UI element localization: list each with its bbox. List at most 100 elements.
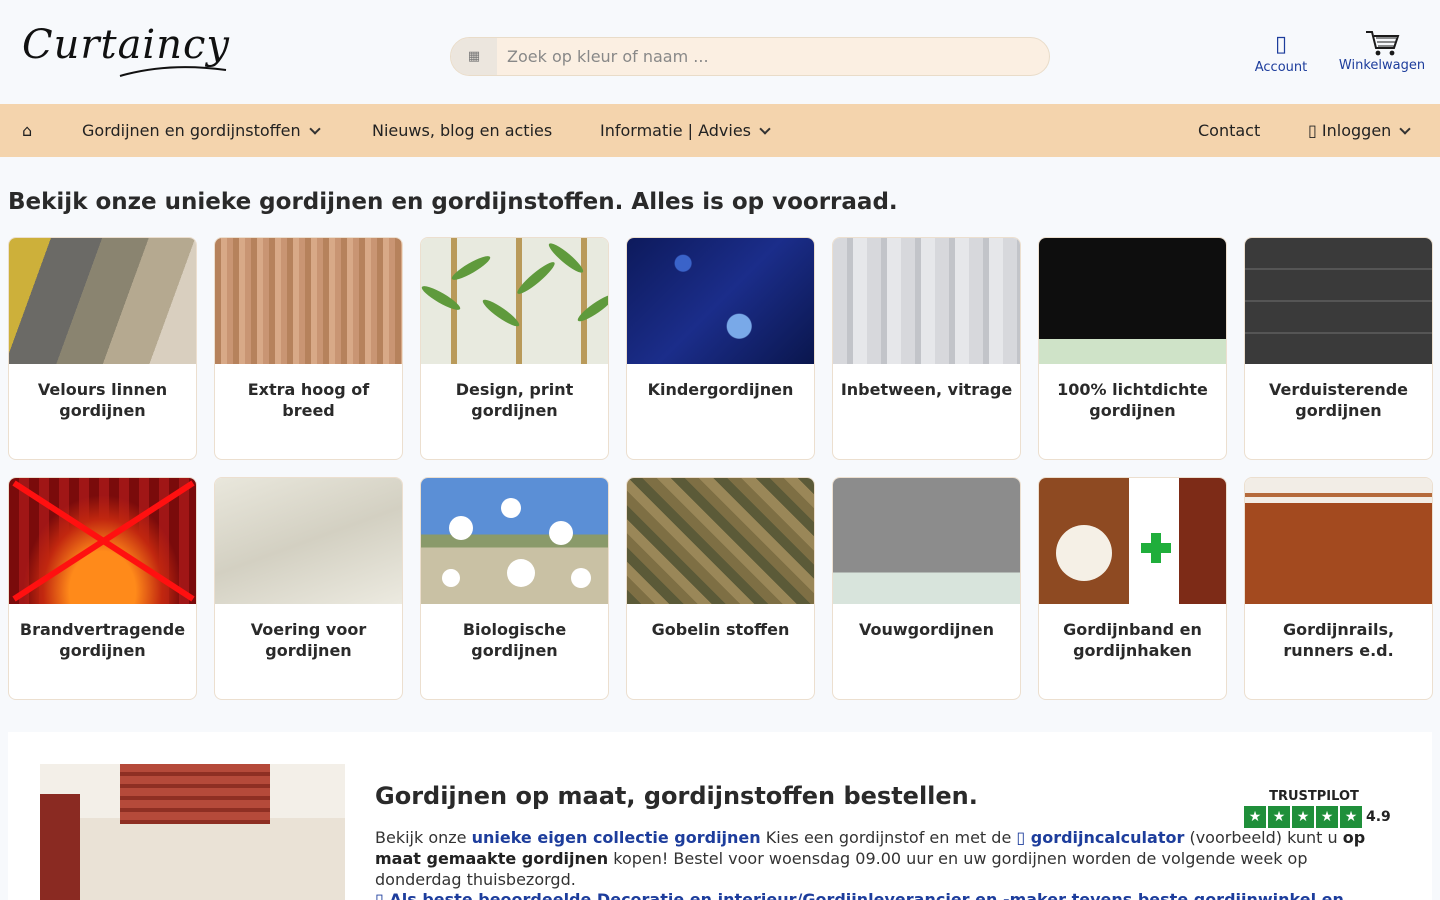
nav-item-label: Informatie | Advies — [600, 121, 752, 140]
category-label: Gordijnrails, runners e.d. — [1282, 620, 1395, 660]
cotton-illustration — [442, 498, 591, 588]
category-label: Brandvertragende gordijnen — [19, 620, 186, 660]
category-label: Extra hoog of breed — [247, 380, 370, 420]
category-card[interactable]: Design, print gordijnen — [420, 237, 609, 460]
category-label: Gordijnband en gordijnhaken — [1063, 620, 1202, 660]
header: Curtaincy ▦ ▯ Account Winkelwagen — [0, 0, 1440, 104]
category-image — [833, 238, 1020, 364]
category-card[interactable]: Vouwgordijnen — [832, 477, 1021, 700]
category-image — [9, 238, 196, 364]
category-card[interactable]: Gobelin stoffen — [626, 477, 815, 700]
promo-section: Gordijnen op maat, gordijnstoffen bestel… — [8, 732, 1432, 900]
category-label: Vouwgordijnen — [858, 620, 995, 639]
nav-item-label: Contact — [1198, 121, 1261, 140]
category-card[interactable]: Kindergordijnen — [626, 237, 815, 460]
star-icon: ★ — [1292, 806, 1314, 828]
nav-item-label: Gordijnen en gordijnstoffen — [82, 121, 301, 140]
plus-icon — [1056, 525, 1171, 581]
nav-item-login[interactable]: ▯ Inloggen — [1308, 104, 1411, 157]
collection-link[interactable]: unieke eigen collectie gordijnen — [472, 828, 761, 847]
logo[interactable]: Curtaincy — [22, 22, 242, 82]
category-card[interactable]: Gordijnrails, runners e.d. — [1244, 477, 1433, 700]
category-label: Biologische gordijnen — [462, 620, 567, 660]
grid-icon: ▦ — [467, 49, 481, 64]
chevron-down-icon — [759, 123, 771, 135]
trustpilot-widget[interactable]: TRUSTPILOT ★ ★ ★ ★ ★ 4.9 — [1244, 789, 1394, 828]
promo-text-part: (voorbeeld) kunt u — [1184, 828, 1343, 847]
category-label: Verduisterende gordijnen — [1268, 380, 1409, 420]
category-image — [1039, 238, 1226, 364]
trustpilot-score: 4.9 — [1366, 809, 1391, 825]
home-icon: ⌂ — [22, 121, 33, 140]
promo-image-blind — [120, 764, 270, 824]
nav-item-contact[interactable]: Contact — [1198, 104, 1260, 157]
nav-item-label: Nieuws, blog en acties — [372, 121, 553, 140]
section-title: Bekijk onze unieke gordijnen en gordijns… — [8, 189, 898, 215]
category-grid: Velours linnen gordijnen Extra hoog of b… — [8, 237, 1433, 700]
category-label: Design, print gordijnen — [455, 380, 574, 420]
category-image — [421, 478, 608, 604]
category-image — [833, 478, 1020, 604]
category-image — [627, 238, 814, 364]
category-card[interactable]: Voering voor gordijnen — [214, 477, 403, 700]
cart-link[interactable]: Winkelwagen — [1336, 28, 1428, 73]
category-image — [1245, 478, 1432, 604]
award-link-label: Als beste beoordeelde Decoratie en inter… — [389, 890, 1344, 900]
category-label: Voering voor gordijnen — [250, 620, 367, 660]
award-link[interactable]: ▯ Als beste beoordeelde Decoratie en int… — [375, 890, 1344, 900]
category-label: Inbetween, vitrage — [840, 380, 1013, 399]
category-label: 100% lichtdichte gordijnen — [1057, 380, 1208, 420]
category-card[interactable]: Gordijnband en gordijnhaken — [1038, 477, 1227, 700]
promo-text-part: Bekijk onze — [375, 828, 472, 847]
category-image — [421, 238, 608, 364]
promo-text: Bekijk onze unieke eigen collectie gordi… — [375, 827, 1375, 890]
promo-text-part: Kies een gordijnstof en met de — [760, 828, 1017, 847]
chevron-down-icon — [308, 123, 321, 135]
promo-image — [40, 764, 345, 900]
user-icon: ▯ — [1274, 32, 1288, 57]
promo-image-curtain — [40, 794, 80, 900]
nav-item-label: Inloggen — [1321, 121, 1392, 140]
calculator-icon: ▯ — [1016, 828, 1031, 847]
category-label: Kindergordijnen — [647, 380, 794, 399]
cross-icon — [12, 480, 195, 602]
category-image — [215, 478, 402, 604]
category-card[interactable]: Extra hoog of breed — [214, 237, 403, 460]
promo-title: Gordijnen op maat, gordijnstoffen bestel… — [375, 782, 978, 810]
category-card[interactable]: Brandvertragende gordijnen — [8, 477, 197, 700]
account-link[interactable]: ▯ Account — [1250, 30, 1312, 75]
category-image — [627, 478, 814, 604]
nav-item-gordijnen[interactable]: Gordijnen en gordijnstoffen — [82, 104, 321, 157]
star-icon: ★ — [1316, 806, 1338, 828]
trustpilot-stars: ★ ★ ★ ★ ★ 4.9 — [1244, 806, 1394, 828]
logo-swoosh — [119, 66, 227, 77]
search-button[interactable]: ▦ — [451, 38, 497, 75]
cart-icon — [1366, 31, 1400, 56]
home-link[interactable]: ⌂ — [22, 104, 32, 157]
search-input[interactable] — [507, 38, 1027, 75]
account-label: Account — [1254, 60, 1308, 75]
category-card[interactable]: Verduisterende gordijnen — [1244, 237, 1433, 460]
category-image — [9, 478, 196, 604]
cart-label: Winkelwagen — [1338, 58, 1426, 73]
category-card[interactable]: Biologische gordijnen — [420, 477, 609, 700]
main-nav: ⌂ Gordijnen en gordijnstoffen Nieuws, bl… — [0, 104, 1440, 157]
chevron-down-icon — [1399, 123, 1411, 135]
category-image — [1039, 478, 1226, 604]
category-label: Gobelin stoffen — [651, 620, 790, 639]
category-card[interactable]: Inbetween, vitrage — [832, 237, 1021, 460]
search-bar: ▦ — [450, 37, 1050, 76]
award-icon: ▯ — [375, 890, 390, 900]
category-card[interactable]: 100% lichtdichte gordijnen — [1038, 237, 1227, 460]
user-icon: ▯ — [1308, 121, 1317, 140]
category-card[interactable]: Velours linnen gordijnen — [8, 237, 197, 460]
trustpilot-title: TRUSTPILOT — [1269, 789, 1359, 804]
calculator-link[interactable]: ▯ gordijncalculator — [1016, 828, 1184, 847]
category-label: Velours linnen gordijnen — [37, 380, 168, 420]
star-icon: ★ — [1340, 806, 1362, 828]
category-image — [215, 238, 402, 364]
star-icon: ★ — [1268, 806, 1290, 828]
category-image — [1245, 238, 1432, 364]
nav-item-informatie[interactable]: Informatie | Advies — [600, 104, 771, 157]
nav-item-nieuws[interactable]: Nieuws, blog en acties — [372, 104, 552, 157]
